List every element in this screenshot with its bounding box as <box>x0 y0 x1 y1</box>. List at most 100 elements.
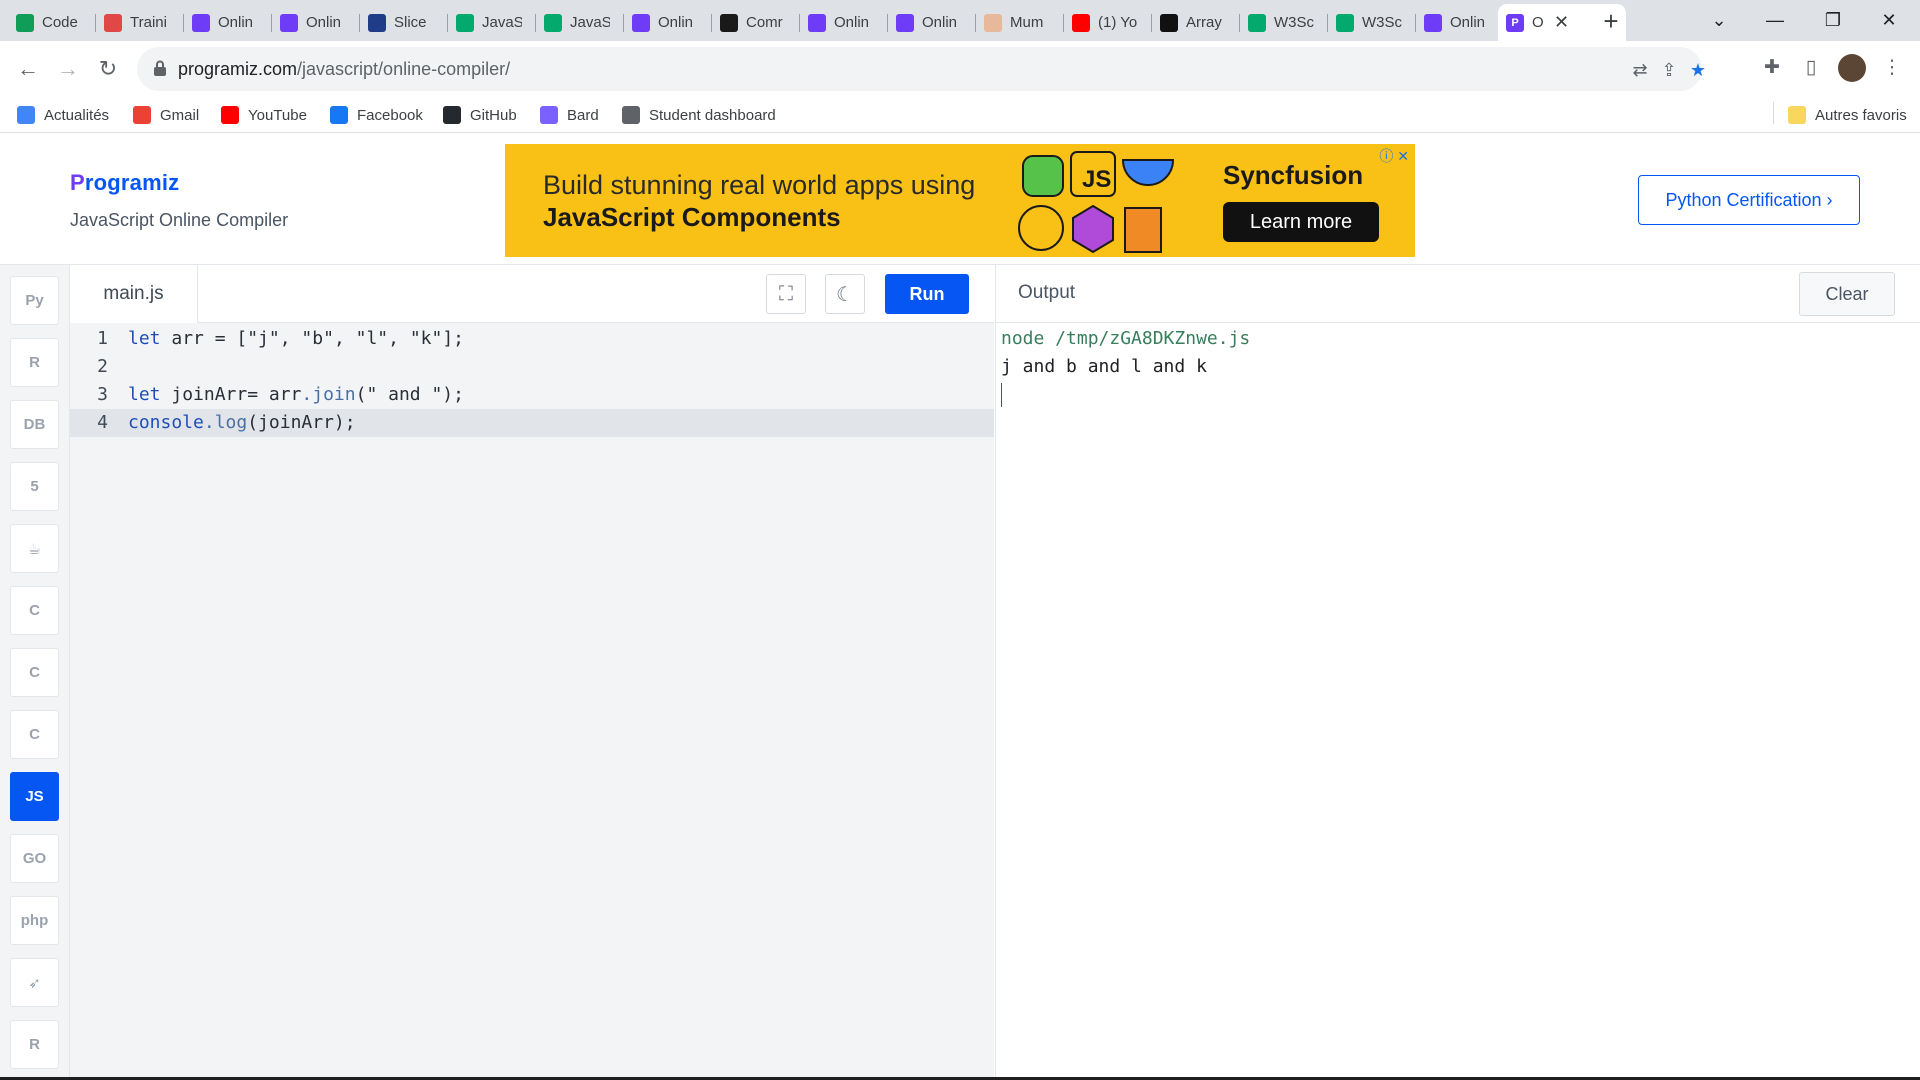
language-rust-button[interactable]: R <box>10 1020 59 1069</box>
browser-tab[interactable]: Mum <box>976 4 1064 41</box>
tab-title: W3Sc <box>1274 14 1314 31</box>
browser-tab-strip: Code Traini Onlin Onlin Slice JavaS JavaS Onlin… <box>0 0 1920 41</box>
browser-tab[interactable]: Slice <box>360 4 448 41</box>
editor-toolbar: main.js ⛶ ☾ Run <box>70 265 994 323</box>
close-window-button[interactable]: ✕ <box>1866 5 1912 35</box>
mdn-icon <box>1160 13 1178 32</box>
other-bookmarks[interactable]: Autres favoris <box>1788 103 1907 127</box>
language-sql-button[interactable]: DB <box>10 400 59 449</box>
browser-tab[interactable]: Onlin <box>800 4 888 41</box>
code-line[interactable]: 2 <box>70 353 994 381</box>
ad-brand: Syncfusion <box>1223 160 1364 190</box>
output-console[interactable]: node /tmp/zGA8DKZnwe.js j and b and l an… <box>1001 325 1250 407</box>
bookmark-label: Gmail <box>160 106 200 124</box>
code-line[interactable]: 1 let arr = ["j", "b", "l", "k"]; <box>70 325 994 353</box>
browser-tab[interactable]: Code <box>8 4 96 41</box>
browser-tab[interactable]: JavaS <box>536 4 624 41</box>
language-csharp-button[interactable]: C <box>10 710 59 759</box>
bookmark-github[interactable]: GitHub <box>443 103 517 127</box>
forward-button[interactable]: → <box>52 53 84 85</box>
line-number: 4 <box>97 412 108 433</box>
reload-button[interactable]: ↻ <box>92 53 124 85</box>
translate-icon[interactable]: ⇄ <box>1629 59 1651 81</box>
programiz-logo[interactable]: Programiz <box>70 170 179 196</box>
new-tab-button[interactable]: + <box>1596 7 1626 37</box>
code-area[interactable]: 1 let arr = ["j", "b", "l", "k"]; 2 3 let jo… <box>70 325 994 437</box>
browser-tab[interactable]: Array <box>1152 4 1240 41</box>
bookmark-label: Bard <box>567 106 599 124</box>
extensions-icon[interactable]: ✚ <box>1758 54 1786 82</box>
tab-title: JavaS <box>482 14 522 31</box>
bookmark-bard[interactable]: Bard <box>540 103 599 127</box>
bookmark-actualités[interactable]: Actualités <box>17 103 109 127</box>
ad-close-icon[interactable]: ⓘ ✕ <box>1379 146 1409 166</box>
lock-icon[interactable] <box>153 60 167 76</box>
code-line[interactable]: 4 console.log(joinArr); <box>70 409 994 437</box>
other-bookmarks-label: Autres favoris <box>1815 106 1907 124</box>
browser-menu-icon[interactable]: ⋮ <box>1878 54 1906 82</box>
clear-button[interactable]: Clear <box>1799 272 1895 316</box>
tab-title: Onlin <box>658 14 694 31</box>
ad-banner[interactable]: Build stunning real world apps using Jav… <box>505 144 1415 257</box>
browser-tab[interactable]: W3Sc <box>1328 4 1416 41</box>
tab-title: Traini <box>130 14 167 31</box>
bookmark-star-icon[interactable]: ★ <box>1687 59 1709 81</box>
theme-toggle-button[interactable]: ☾ <box>825 274 865 314</box>
python-certification-button[interactable]: Python Certification › <box>1638 175 1860 225</box>
language-c-button[interactable]: C <box>10 586 59 635</box>
programiz-icon <box>896 13 914 32</box>
bookmark-label: Actualités <box>44 106 110 124</box>
file-tab-main-js[interactable]: main.js <box>70 265 198 323</box>
back-button[interactable]: ← <box>12 53 44 85</box>
profile-avatar[interactable] <box>1838 54 1866 82</box>
language-cpp-button[interactable]: C <box>10 648 59 697</box>
language-javascript-button[interactable]: JS <box>10 772 59 821</box>
language-python-button[interactable]: Py <box>10 276 59 325</box>
browser-tab[interactable]: Comr <box>712 4 800 41</box>
fullscreen-button[interactable]: ⛶ <box>766 274 806 314</box>
side-panel-icon[interactable]: ▯ <box>1797 54 1825 82</box>
language-go-button[interactable]: GO <box>10 834 59 883</box>
minimize-button[interactable]: — <box>1752 5 1798 35</box>
language-swift-button[interactable]: ➶ <box>10 958 59 1007</box>
browser-tab[interactable]: Onlin <box>888 4 976 41</box>
browser-tab[interactable]: (1) Yo <box>1064 4 1152 41</box>
browser-tab[interactable]: JavaS <box>448 4 536 41</box>
browser-tab[interactable]: Onlin <box>184 4 272 41</box>
code-line[interactable]: 3 let joinArr= arr.join(" and "); <box>70 381 994 409</box>
bookmark-label: Student dashboard <box>649 106 776 124</box>
url-path: /javascript/online-compiler/ <box>297 59 511 79</box>
language-java-button[interactable]: ☕ <box>10 524 59 573</box>
line-number: 3 <box>97 384 108 405</box>
restore-button[interactable]: ❐ <box>1810 5 1856 35</box>
tab-search-button[interactable]: ⌄ <box>1696 5 1742 35</box>
browser-tab[interactable]: Onlin <box>1416 4 1504 41</box>
programiz-icon <box>632 13 650 32</box>
tab-title: Onlin <box>218 14 254 31</box>
url-text[interactable]: programiz.com/javascript/online-compiler… <box>178 59 510 80</box>
tab-close-icon[interactable]: ✕ <box>1554 12 1569 33</box>
tab-title: W3Sc <box>1362 14 1402 31</box>
swift-icon: ➶ <box>28 974 41 992</box>
language-html-button[interactable]: 5 <box>10 462 59 511</box>
address-bar[interactable]: programiz.com/javascript/online-compiler… <box>137 47 1706 91</box>
tab-title: Comr <box>746 14 783 31</box>
bookmark-student-dashboard[interactable]: Student dashboard <box>622 103 776 127</box>
browser-tab[interactable]: Onlin <box>624 4 712 41</box>
tab-title: Mum <box>1010 14 1044 31</box>
language-r-button[interactable]: R <box>10 338 59 387</box>
bookmark-gmail[interactable]: Gmail <box>133 103 199 127</box>
run-button[interactable]: Run <box>885 274 969 314</box>
bookmark-facebook[interactable]: Facebook <box>330 103 423 127</box>
browser-tab[interactable]: Onlin <box>272 4 360 41</box>
java-icon: ☕ <box>27 540 42 558</box>
browser-tab[interactable]: Traini <box>96 4 184 41</box>
php-icon: php <box>20 912 49 929</box>
share-icon[interactable]: ⇪ <box>1658 59 1680 81</box>
browser-tab[interactable]: W3Sc <box>1240 4 1328 41</box>
w3schools-icon <box>456 13 474 32</box>
html-icon: 5 <box>30 478 39 495</box>
language-php-button[interactable]: php <box>10 896 59 945</box>
bookmark-youtube[interactable]: YouTube <box>221 103 307 127</box>
learn-more-button[interactable]: Learn more <box>1223 202 1379 242</box>
